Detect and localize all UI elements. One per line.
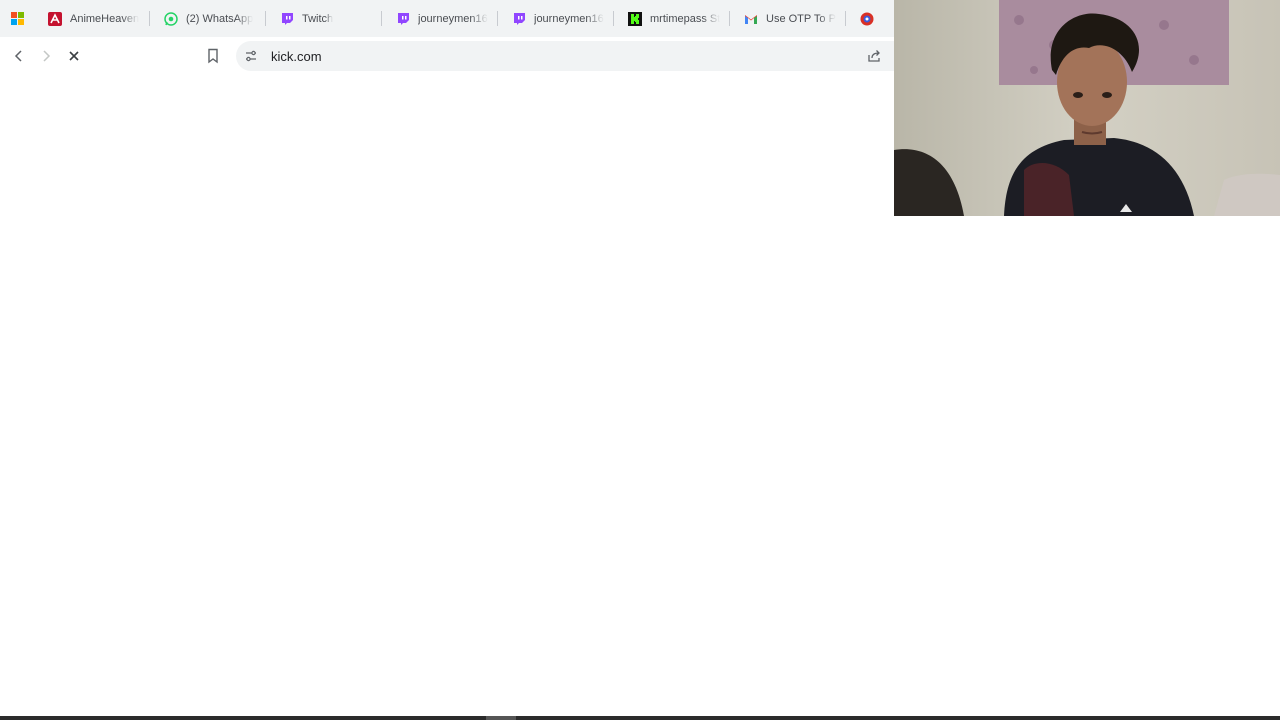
twitch-icon — [396, 12, 410, 26]
stop-loading-icon[interactable] — [60, 42, 88, 70]
tab-label: Twitch — [302, 12, 334, 25]
forward-arrow-icon[interactable] — [32, 42, 60, 70]
back-arrow-icon[interactable] — [5, 42, 33, 70]
app-icon — [860, 12, 874, 26]
tab-mrtimepass[interactable]: mrtimepass Stream — [614, 0, 730, 37]
tab-journeymen16-b[interactable]: journeymen16 — [498, 0, 614, 37]
tab-label: AnimeHeaven — [70, 12, 140, 25]
tab-whatsapp[interactable]: (2) WhatsApp — [150, 0, 266, 37]
address-text[interactable]: kick.com — [271, 49, 322, 64]
address-bar[interactable]: kick.com — [236, 41, 894, 71]
tab-label: Use OTP To Proceed — [766, 12, 836, 25]
webcam-overlay — [894, 0, 1280, 216]
twitch-icon — [512, 12, 526, 26]
tab-gmail[interactable]: Use OTP To Proceed — [730, 0, 846, 37]
page-content — [0, 75, 894, 716]
twitch-icon — [280, 12, 294, 26]
tab-label: mrtimepass Stream — [650, 12, 720, 25]
browser-toolbar: kick.com — [0, 37, 894, 75]
tab-label: journeymen16 — [418, 12, 488, 25]
share-icon[interactable] — [866, 48, 882, 64]
animeheaven-icon — [48, 11, 62, 26]
tab-journeymen16-a[interactable]: journeymen16 — [382, 0, 498, 37]
whatsapp-icon — [164, 11, 178, 26]
tab-twitch[interactable]: Twitch — [266, 0, 382, 37]
bookmark-icon[interactable] — [199, 42, 227, 70]
gmail-icon — [744, 12, 758, 26]
tab-label: (2) WhatsApp — [186, 12, 254, 25]
windows-start-icon[interactable] — [0, 0, 34, 37]
tab-animeheaven[interactable]: AnimeHeaven — [34, 0, 150, 37]
page-content-right — [894, 216, 1280, 716]
tab-label: journeymen16 — [534, 12, 604, 25]
bottom-edge — [0, 716, 1280, 720]
kick-icon — [628, 11, 642, 26]
site-settings-icon[interactable] — [243, 48, 259, 64]
tab-partial[interactable]: (2 — [846, 0, 886, 37]
